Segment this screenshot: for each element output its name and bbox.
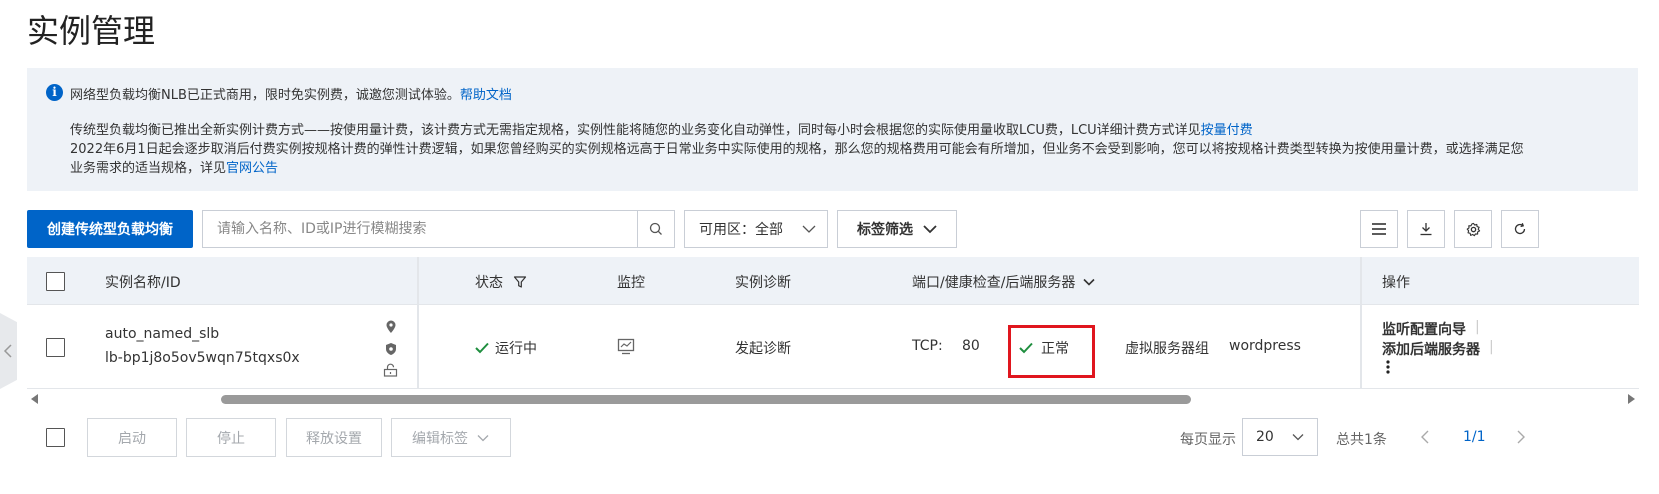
stop-button[interactable]: 停止 [186,418,276,457]
header-diagnose: 实例诊断 [735,275,791,291]
protocol-text: TCP: [912,338,943,354]
pay-as-you-go-link[interactable]: 按量付费 [1201,123,1253,138]
tag-filter-label: 标签筛选 [857,222,913,238]
table-header: 实例名称/ID 状态 监控 实例诊断 端口/健康检查/后端服务器 操作 [27,257,1639,305]
column-settings-button[interactable] [1360,210,1398,248]
lock-icon[interactable] [383,363,398,377]
page-title: 实例管理 [27,12,156,50]
toolbar: 创建传统型负载均衡 可用区：全部 标签筛选 [0,210,1659,248]
download-icon [1420,223,1432,236]
notice-paragraph: 传统型负载均衡已推出全新实例计费方式——按使用量计费，该计费方式无需指定规格，实… [70,121,1525,178]
search-button[interactable] [637,211,674,247]
port-text: 80 [962,338,980,354]
page-size-value: 20 [1256,429,1274,445]
horizontal-scrollbar[interactable] [27,392,1639,406]
refresh-button[interactable] [1501,210,1539,248]
notice-line-1: 网络型负载均衡NLB已正式商用，限时免实例费，诚邀您测试体验。帮助文档 [70,84,512,103]
help-doc-link[interactable]: 帮助文档 [460,88,512,103]
settings-button[interactable] [1454,210,1492,248]
chevron-left-icon [3,344,12,358]
gear-icon [1466,222,1480,236]
shield-icon[interactable] [385,342,397,356]
search-icon [649,222,662,235]
side-collapse-tab[interactable] [0,313,17,389]
refresh-icon [1514,222,1526,235]
per-page-label: 每页显示 [1180,432,1236,448]
search-box [202,210,675,248]
release-settings-button[interactable]: 释放设置 [286,418,382,457]
header-name-id: 实例名称/ID [105,275,181,291]
official-announcement-link[interactable]: 官网公告 [226,161,278,176]
add-backend-server-link[interactable]: 添加后端服务器 [1382,339,1480,359]
instance-name: auto_named_slb [105,326,220,342]
page-indicator: 1/1 [1463,429,1486,445]
zone-select-label: 可用区： [699,222,755,238]
prev-page-icon[interactable] [1419,429,1431,445]
status-text: 运行中 [495,341,537,357]
chevron-down-icon [802,225,816,233]
total-count: 总共1条 [1336,432,1387,448]
filter-icon[interactable] [513,275,527,289]
chevron-down-icon [923,225,937,234]
notice-policy-text: 2022年6月1日起会逐步取消后付费实例按规格计费的弹性计费逻辑，如果您曾经购买… [70,142,1524,176]
select-all-checkbox[interactable] [46,272,65,291]
bottom-select-all-checkbox[interactable] [46,428,65,447]
more-icon[interactable] [1385,359,1391,375]
notice-nlb-text: 网络型负载均衡NLB已正式商用，限时免实例费，诚邀您测试体验。 [70,88,460,103]
health-status-highlight [1008,325,1095,378]
zone-select-value: 全部 [755,222,783,238]
chevron-down-icon [1083,278,1095,286]
server-group-link[interactable]: wordpress [1229,338,1301,354]
status-cell: 运行中 [475,338,537,358]
header-ports[interactable]: 端口/健康检查/后端服务器 [912,272,1096,292]
instance-id-link[interactable]: lb-bp1j8o5ov5wqn75tqxs0x [105,350,300,366]
header-actions: 操作 [1382,275,1410,291]
table-row: auto_named_slb lb-bp1j8o5ov5wqn75tqxs0x … [27,305,1639,389]
header-ports-label: 端口/健康检查/后端服务器 [912,275,1076,291]
action-divider: | [1489,339,1494,355]
row-checkbox[interactable] [46,338,65,357]
chevron-down-icon [477,434,489,441]
scrollbar-thumb[interactable] [221,395,1191,404]
info-icon: i [46,84,63,101]
header-status[interactable]: 状态 [475,272,527,292]
monitor-icon[interactable] [617,338,635,355]
instance-table: 实例名称/ID 状态 监控 实例诊断 端口/健康检查/后端服务器 操作 auto… [27,257,1639,390]
notice-banner: i 网络型负载均衡NLB已正式商用，限时免实例费，诚邀您测试体验。帮助文档 传统… [27,68,1638,191]
start-button[interactable]: 启动 [87,418,177,457]
scroll-right-icon[interactable] [1627,394,1635,404]
notice-lcu-text: 传统型负载均衡已推出全新实例计费方式——按使用量计费，该计费方式无需指定规格，实… [70,123,1201,138]
server-type-text: 虚拟服务器组 [1125,341,1209,357]
create-clb-button[interactable]: 创建传统型负载均衡 [27,210,193,248]
page-size-select[interactable]: 20 [1242,418,1318,456]
location-icon[interactable] [385,320,397,334]
action-divider: | [1475,319,1480,335]
chevron-down-icon [1292,434,1304,441]
tag-filter-button[interactable]: 标签筛选 [837,210,957,248]
next-page-icon[interactable] [1515,429,1527,445]
edit-tags-label: 编辑标签 [412,430,468,447]
header-monitor: 监控 [617,275,645,291]
search-input[interactable] [203,211,638,247]
header-status-label: 状态 [475,275,503,291]
listener-wizard-link[interactable]: 监听配置向导 [1382,319,1466,339]
frozen-column-divider [417,257,419,389]
bottom-bar: 启动 停止 释放设置 编辑标签 每页显示 20 总共1条 1/1 [0,418,1659,458]
list-icon [1372,223,1386,235]
scroll-left-icon[interactable] [31,394,39,404]
export-button[interactable] [1407,210,1445,248]
edit-tags-button[interactable]: 编辑标签 [391,418,511,457]
check-icon [475,342,489,354]
zone-select[interactable]: 可用区： 全部 [684,210,828,248]
frozen-column-divider [1360,257,1362,389]
start-diagnosis-link[interactable]: 发起诊断 [735,338,791,358]
